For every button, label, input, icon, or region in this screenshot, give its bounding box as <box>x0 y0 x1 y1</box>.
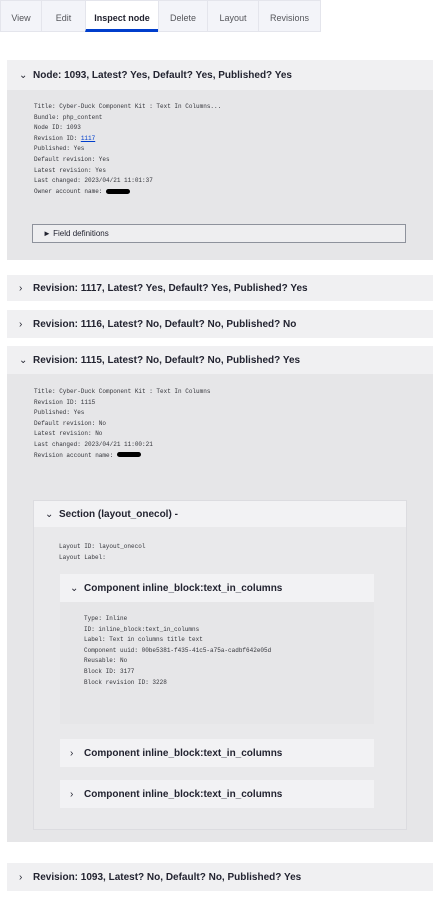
node-owner: Owner account name: <box>34 187 433 198</box>
component-block-id: Block ID: 3177 <box>84 667 135 675</box>
revision-1115-body: Title: Cyber-Duck Component Kit : Text I… <box>7 374 433 842</box>
section-layout-onecol: ⌄ Section (layout_onecol) - Layout ID: l… <box>33 500 407 830</box>
section-details: Layout ID: layout_onecol Layout Label: <box>59 542 145 563</box>
component-inline-block-1: ⌄ Component inline_block:text_in_columns… <box>60 574 374 724</box>
component-1-summary[interactable]: ⌄ Component inline_block:text_in_columns <box>60 574 374 602</box>
node-panel-title: Node: 1093, Latest? Yes, Default? Yes, P… <box>33 69 292 81</box>
layout-label: Layout Label: <box>59 553 106 561</box>
chevron-down-icon: ⌄ <box>45 508 54 520</box>
node-bundle: Bundle: php_content <box>34 113 103 121</box>
revision-1117-panel[interactable]: › Revision: 1117, Latest? Yes, Default? … <box>7 275 433 301</box>
tab-delete[interactable]: Delete <box>158 0 208 32</box>
revision-default: Default revision: No <box>34 419 107 427</box>
node-details-panel: ⌄ Node: 1093, Latest? Yes, Default? Yes,… <box>7 60 433 260</box>
chevron-right-icon: › <box>19 282 23 294</box>
revision-1116-summary[interactable]: › Revision: 1116, Latest? No, Default? N… <box>7 310 433 338</box>
revision-1093-title: Revision: 1093, Latest? No, Default? No,… <box>33 871 302 883</box>
revision-published: Published: Yes <box>34 409 85 417</box>
revision-title-line: Title: Cyber-Duck Component Kit : Text I… <box>34 388 211 395</box>
component-uuid: Component uuid: 00be5381-f435-41c5-a75a-… <box>84 646 272 654</box>
component-inline-block-2[interactable]: › Component inline_block:text_in_columns <box>60 739 374 767</box>
revision-1115-title: Revision: 1115, Latest? No, Default? No,… <box>33 354 301 366</box>
node-panel-summary[interactable]: ⌄ Node: 1093, Latest? Yes, Default? Yes,… <box>7 60 433 90</box>
local-tasks-tabs: View Edit Inspect node Delete Layout Rev… <box>0 0 321 34</box>
node-published: Published: Yes <box>34 145 85 153</box>
revision-1093-panel[interactable]: › Revision: 1093, Latest? No, Default? N… <box>7 863 433 891</box>
section-summary[interactable]: ⌄ Section (layout_onecol) - <box>34 501 406 527</box>
revision-1115-summary[interactable]: ⌄ Revision: 1115, Latest? No, Default? N… <box>7 346 433 374</box>
redacted-account-name <box>116 452 141 458</box>
node-title-line: Title: Cyber-Duck Component Kit : Text I… <box>34 103 222 110</box>
revision-1115-details: Title: Cyber-Duck Component Kit : Text I… <box>34 387 210 461</box>
revision-1117-summary[interactable]: › Revision: 1117, Latest? Yes, Default? … <box>7 275 433 301</box>
node-id: Node ID: 1093 <box>34 124 81 132</box>
component-id: ID: inline_block:text_in_columns <box>84 625 200 633</box>
revision-1117-title: Revision: 1117, Latest? Yes, Default? Ye… <box>33 282 308 294</box>
node-revision-id: Revision ID: 1117 <box>34 134 96 142</box>
component-1-details: Type: Inline ID: inline_block:text_in_co… <box>84 614 271 688</box>
chevron-down-icon: ⌄ <box>70 582 79 594</box>
chevron-right-icon: › <box>70 747 74 759</box>
node-latest-revision: Latest revision: Yes <box>34 166 107 174</box>
revision-last-changed: Last changed: 2023/04/21 11:00:21 <box>34 440 153 448</box>
component-reusable: Reusable: No <box>84 657 128 665</box>
section-title: Section (layout_onecol) - <box>59 508 178 520</box>
tab-layout[interactable]: Layout <box>207 0 259 32</box>
revision-1116-title: Revision: 1116, Latest? No, Default? No,… <box>33 318 297 330</box>
component-label: Label: Text in columns title text <box>84 636 203 644</box>
tab-inspect-node[interactable]: Inspect node <box>85 0 159 32</box>
revision-1116-panel[interactable]: › Revision: 1116, Latest? No, Default? N… <box>7 310 433 338</box>
revision-1093-summary[interactable]: › Revision: 1093, Latest? No, Default? N… <box>7 863 433 891</box>
revision-1115-panel: ⌄ Revision: 1115, Latest? No, Default? N… <box>7 346 433 842</box>
node-default-revision: Default revision: Yes <box>34 155 110 163</box>
chevron-right-icon: › <box>19 318 23 330</box>
revision-id: Revision ID: 1115 <box>34 398 96 406</box>
chevron-right-icon: › <box>19 871 23 883</box>
redacted-owner-name <box>106 188 131 194</box>
component-type: Type: Inline <box>84 615 128 622</box>
revision-account: Revision account name: <box>34 451 210 462</box>
chevron-right-icon: › <box>70 788 74 800</box>
layout-id: Layout ID: layout_onecol <box>59 543 146 550</box>
component-3-title: Component inline_block:text_in_columns <box>84 788 283 800</box>
field-definitions-toggle[interactable]: ► Field definitions <box>32 224 406 243</box>
tab-revisions[interactable]: Revisions <box>258 0 321 32</box>
component-2-title: Component inline_block:text_in_columns <box>84 747 283 759</box>
chevron-down-icon: ⌄ <box>19 69 28 81</box>
chevron-down-icon: ⌄ <box>19 354 28 366</box>
component-block-revision-id: Block revision ID: 3228 <box>84 678 167 686</box>
tab-view[interactable]: View <box>0 0 42 32</box>
revision-latest: Latest revision: No <box>34 430 103 438</box>
component-inline-block-3[interactable]: › Component inline_block:text_in_columns <box>60 780 374 808</box>
revision-id-link[interactable]: 1117 <box>81 135 95 142</box>
component-1-title: Component inline_block:text_in_columns <box>84 582 283 594</box>
node-last-changed: Last changed: 2023/04/21 11:01:37 <box>34 177 153 185</box>
tab-edit[interactable]: Edit <box>41 0 86 32</box>
